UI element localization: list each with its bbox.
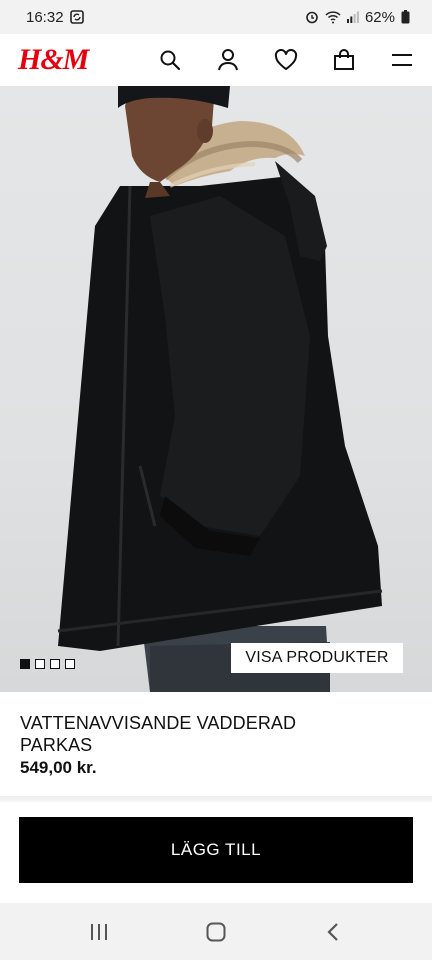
menu-icon xyxy=(392,54,412,66)
search-button[interactable] xyxy=(156,46,184,74)
back-icon xyxy=(327,922,339,941)
alarm-icon xyxy=(305,10,319,24)
shopping-bag-icon xyxy=(334,49,354,70)
product-photo xyxy=(57,86,383,692)
favorites-button[interactable] xyxy=(272,46,300,74)
wifi-icon xyxy=(325,10,341,24)
pager-dot-3[interactable] xyxy=(50,659,60,669)
battery-icon xyxy=(401,10,410,24)
home-icon xyxy=(206,922,226,941)
status-left: 16:32 xyxy=(26,9,84,26)
add-to-cart-button[interactable]: LÄGG TILL xyxy=(19,817,413,883)
image-pager xyxy=(20,659,75,669)
favorites-icon xyxy=(274,49,298,70)
product-hero-image[interactable]: VISA PRODUKTER xyxy=(0,86,432,692)
app-header: H&M xyxy=(0,34,432,86)
account-button[interactable] xyxy=(214,46,242,74)
pager-dot-4[interactable] xyxy=(65,659,75,669)
back-button[interactable] xyxy=(313,912,353,952)
search-icon xyxy=(160,50,181,71)
status-right: 62% xyxy=(305,9,410,26)
section-divider xyxy=(0,796,432,802)
show-products-button[interactable]: VISA PRODUKTER xyxy=(231,643,403,673)
system-nav-bar xyxy=(0,903,432,960)
shopping-bag-button[interactable] xyxy=(330,46,358,74)
product-title: VATTENAVVISANDE VADDERAD PARKAS xyxy=(20,713,297,755)
recent-apps-button[interactable] xyxy=(79,912,119,952)
pager-dot-1[interactable] xyxy=(20,659,30,669)
header-icons xyxy=(156,46,416,74)
hm-logo[interactable]: H&M xyxy=(18,45,89,75)
status-bar: 16:32 62% xyxy=(0,0,432,34)
pager-dot-2[interactable] xyxy=(35,659,45,669)
account-icon xyxy=(218,49,238,71)
recent-apps-icon xyxy=(90,923,107,940)
menu-button[interactable] xyxy=(388,46,416,74)
status-time: 16:32 xyxy=(26,8,64,26)
home-button[interactable] xyxy=(196,912,236,952)
battery-percent: 62% xyxy=(364,8,395,26)
product-price: 549,00 kr. xyxy=(20,758,97,777)
signal-icon xyxy=(346,11,359,23)
sync-icon xyxy=(69,10,84,24)
product-info: VATTENAVVISANDE VADDERAD PARKAS 549,00 k… xyxy=(0,692,432,798)
